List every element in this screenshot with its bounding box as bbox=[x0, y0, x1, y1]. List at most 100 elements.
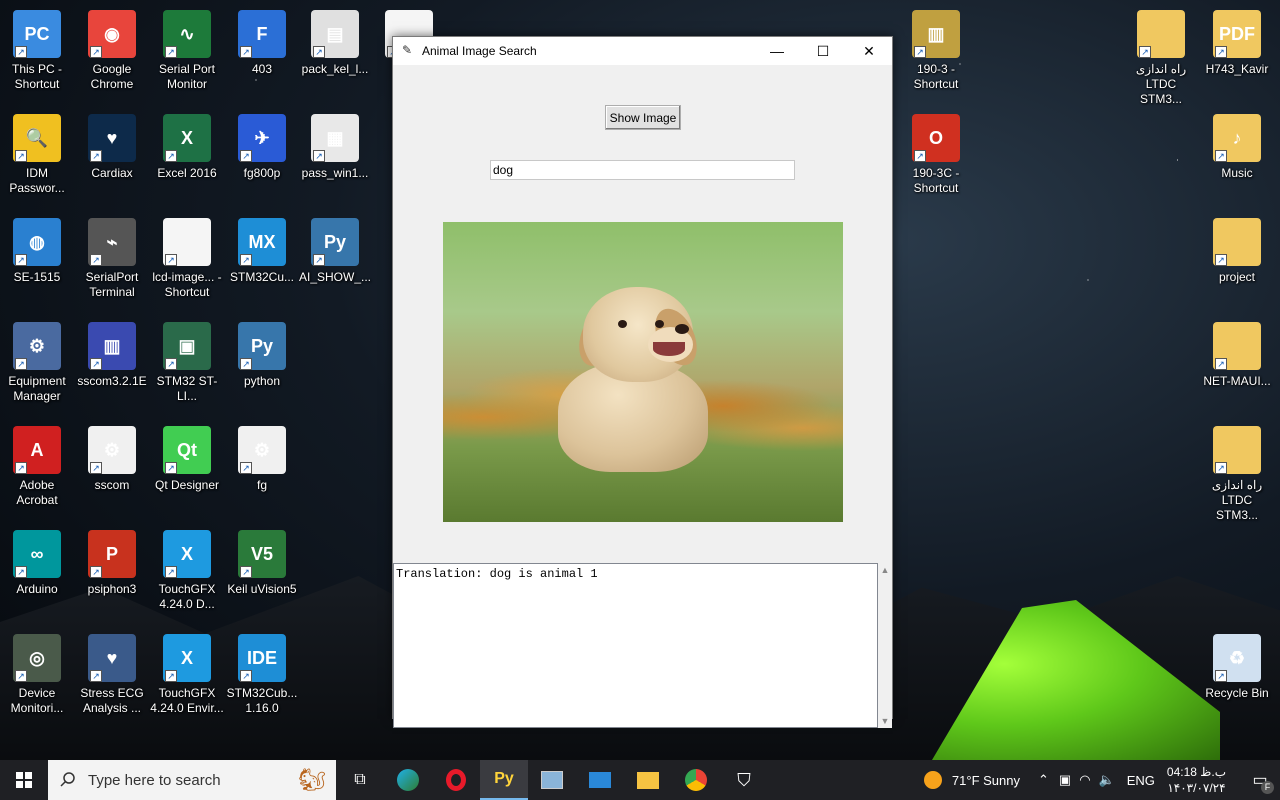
desktop-icon[interactable]: F ↗ 403 bbox=[225, 10, 299, 77]
close-button[interactable]: ✕ bbox=[846, 37, 892, 65]
desktop-icon[interactable]: ▤ ↗ pack_kel_l... bbox=[298, 10, 372, 77]
desktop-icon[interactable]: X ↗ Excel 2016 bbox=[150, 114, 224, 181]
desktop-app-icon: P ↗ bbox=[88, 530, 136, 578]
desktop-app-icon: ♻ ↗ bbox=[1213, 634, 1261, 682]
volume-icon[interactable]: 🔈 bbox=[1099, 772, 1115, 788]
remote-desktop-icon[interactable] bbox=[576, 760, 624, 800]
desktop-icon[interactable]: ▦ ↗ pass_win1... bbox=[298, 114, 372, 181]
desktop-icon[interactable]: ⚙ ↗ fg bbox=[225, 426, 299, 493]
edge-icon[interactable] bbox=[384, 760, 432, 800]
chrome-icon[interactable] bbox=[672, 760, 720, 800]
desktop-icon[interactable]: ↗ lcd-image... - Shortcut bbox=[150, 218, 224, 300]
desktop-app-icon: O ↗ bbox=[912, 114, 960, 162]
desktop-app-icon: A ↗ bbox=[13, 426, 61, 474]
desktop-icon[interactable]: X ↗ TouchGFX 4.24.0 D... bbox=[150, 530, 224, 612]
desktop-app-icon: Py ↗ bbox=[238, 322, 286, 370]
shortcut-arrow-icon: ↗ bbox=[240, 150, 252, 162]
file-explorer-icon[interactable] bbox=[624, 760, 672, 800]
desktop-icon[interactable]: ▥ ↗ 190-3 - Shortcut bbox=[899, 10, 973, 92]
desktop-icon[interactable]: ▣ ↗ STM32 ST-LI... bbox=[150, 322, 224, 404]
desktop-app-icon: ▣ ↗ bbox=[163, 322, 211, 370]
output-textarea[interactable]: Translation: dog is animal 1 bbox=[393, 563, 878, 728]
window-titlebar[interactable]: ✎ Animal Image Search — ☐ ✕ bbox=[393, 37, 892, 65]
output-scrollbar[interactable]: ▲ ▼ bbox=[878, 563, 892, 728]
desktop-icon[interactable]: ⌁ ↗ SerialPort Terminal bbox=[75, 218, 149, 300]
desktop-icon[interactable]: 🔍 ↗ IDM Passwor... bbox=[0, 114, 74, 196]
notification-icon[interactable]: ▭ F bbox=[1240, 760, 1280, 800]
chevron-up-icon[interactable]: ⌃ bbox=[1038, 772, 1049, 788]
shortcut-arrow-icon: ↗ bbox=[15, 462, 27, 474]
desktop-icon[interactable]: ◎ ↗ Device Monitori... bbox=[0, 634, 74, 716]
desktop-icon[interactable]: Qt ↗ Qt Designer bbox=[150, 426, 224, 493]
desktop-icon[interactable]: ▥ ↗ sscom3.2.1E bbox=[75, 322, 149, 389]
desktop-icon[interactable]: ✈ ↗ fg800p bbox=[225, 114, 299, 181]
desktop-icon[interactable]: ↗ راه اندازی LTDC STM3... bbox=[1124, 10, 1198, 107]
desktop-icon[interactable]: Py ↗ AI_SHOW_... bbox=[298, 218, 372, 285]
desktop-icon[interactable]: IDE ↗ STM32Cub... 1.16.0 bbox=[225, 634, 299, 716]
desktop-app-icon: MX ↗ bbox=[238, 218, 286, 266]
desktop-icon[interactable]: ↗ راه اندازی LTDC STM3... bbox=[1200, 426, 1274, 523]
animal-image-search-window[interactable]: ✎ Animal Image Search — ☐ ✕ Show Image T… bbox=[392, 36, 893, 728]
desktop-icon-label: sscom bbox=[94, 478, 130, 492]
shortcut-arrow-icon: ↗ bbox=[1215, 670, 1227, 682]
desktop-icon[interactable]: ♥ ↗ Stress ECG Analysis ... bbox=[75, 634, 149, 716]
python-tk-taskbar-icon[interactable]: Py bbox=[480, 760, 528, 800]
language-indicator[interactable]: ENG bbox=[1127, 773, 1155, 788]
scroll-down-icon[interactable]: ▼ bbox=[878, 714, 892, 728]
desktop-app-icon: ♪ ↗ bbox=[1213, 114, 1261, 162]
desktop-icon[interactable]: O ↗ 190-3C - Shortcut bbox=[899, 114, 973, 196]
task-view-icon[interactable]: ⧉ bbox=[336, 760, 384, 800]
image-viewer-icon[interactable] bbox=[528, 760, 576, 800]
desktop-icon[interactable]: ◉ ↗ Google Chrome bbox=[75, 10, 149, 92]
start-button[interactable] bbox=[0, 760, 48, 800]
desktop-icon[interactable]: X ↗ TouchGFX 4.24.0 Envir... bbox=[150, 634, 224, 716]
taskbar-search-box[interactable]: Type here to search 🐿 bbox=[48, 760, 336, 800]
desktop-app-icon: ↗ bbox=[163, 218, 211, 266]
wifi-icon[interactable]: ◠ bbox=[1079, 772, 1090, 788]
desktop-app-icon: ▥ ↗ bbox=[88, 322, 136, 370]
desktop-icon-label: راه اندازی LTDC STM3... bbox=[1135, 62, 1187, 106]
weather-sun-icon[interactable] bbox=[923, 771, 942, 789]
desktop-icon-label: Recycle Bin bbox=[1205, 686, 1269, 700]
clock[interactable]: 04:18 ب.ظ ۱۴۰۳/۰۷/۲۴ bbox=[1167, 764, 1226, 796]
minimize-button[interactable]: — bbox=[754, 37, 800, 65]
desktop-icon[interactable]: PDF ↗ H743_Kavir bbox=[1200, 10, 1274, 77]
animal-search-input[interactable] bbox=[490, 160, 795, 180]
desktop-icon[interactable]: Py ↗ python bbox=[225, 322, 299, 389]
shortcut-arrow-icon: ↗ bbox=[1139, 46, 1151, 58]
desktop-icon[interactable]: ↗ project bbox=[1200, 218, 1274, 285]
desktop-icon[interactable]: MX ↗ STM32Cu... bbox=[225, 218, 299, 285]
shortcut-arrow-icon: ↗ bbox=[165, 254, 177, 266]
desktop-icon-label: Qt Designer bbox=[154, 478, 220, 492]
desktop-icon[interactable]: ♻ ↗ Recycle Bin bbox=[1200, 634, 1274, 701]
weather-text[interactable]: 71°F Sunny bbox=[952, 773, 1020, 788]
security-shield-icon[interactable]: ⛉ bbox=[720, 760, 768, 800]
desktop-icon[interactable]: A ↗ Adobe Acrobat bbox=[0, 426, 74, 508]
desktop-icon[interactable]: P ↗ psiphon3 bbox=[75, 530, 149, 597]
desktop-icon[interactable]: ↗ NET-MAUI... bbox=[1200, 322, 1274, 389]
desktop-icon-label: AI_SHOW_... bbox=[298, 270, 372, 284]
desktop-icon[interactable]: PC ↗ This PC - Shortcut bbox=[0, 10, 74, 92]
desktop-icon[interactable]: ⚙ ↗ sscom bbox=[75, 426, 149, 493]
desktop-app-icon: X ↗ bbox=[163, 634, 211, 682]
desktop-icon[interactable]: ∿ ↗ Serial Port Monitor bbox=[150, 10, 224, 92]
network-icon[interactable]: ▣ bbox=[1059, 772, 1071, 788]
shortcut-arrow-icon: ↗ bbox=[1215, 150, 1227, 162]
opera-icon[interactable] bbox=[432, 760, 480, 800]
desktop-icon-label: project bbox=[1218, 270, 1256, 284]
desktop-icon-label: fg bbox=[256, 478, 267, 492]
show-image-button[interactable]: Show Image bbox=[605, 105, 681, 130]
shortcut-arrow-icon: ↗ bbox=[240, 46, 252, 58]
desktop-icon[interactable]: ♪ ↗ Music bbox=[1200, 114, 1274, 181]
desktop-icon[interactable]: ♥ ↗ Cardiax bbox=[75, 114, 149, 181]
shortcut-arrow-icon: ↗ bbox=[914, 150, 926, 162]
scroll-up-icon[interactable]: ▲ bbox=[878, 563, 892, 577]
desktop-icon[interactable]: V5 ↗ Keil uVision5 bbox=[225, 530, 299, 597]
shortcut-arrow-icon: ↗ bbox=[90, 462, 102, 474]
shortcut-arrow-icon: ↗ bbox=[165, 150, 177, 162]
desktop-icon[interactable]: ◍ ↗ SE-1515 bbox=[0, 218, 74, 285]
desktop-icon-label: Keil uVision5 bbox=[227, 582, 297, 596]
desktop-icon[interactable]: ∞ ↗ Arduino bbox=[0, 530, 74, 597]
maximize-button[interactable]: ☐ bbox=[800, 37, 846, 65]
desktop-icon[interactable]: ⚙ ↗ Equipment Manager bbox=[0, 322, 74, 404]
